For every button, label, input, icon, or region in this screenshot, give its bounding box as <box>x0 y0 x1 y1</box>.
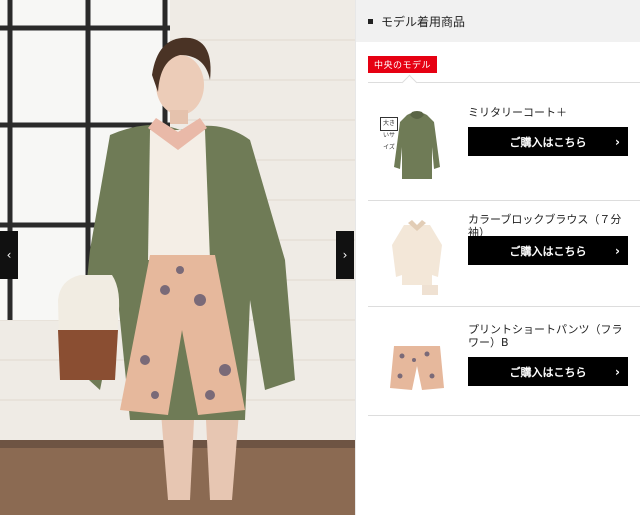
coat-thumbnail[interactable] <box>382 107 452 187</box>
product-item-shorts: プリントショートパンツ（フラワー）B ご購入はこちら › <box>368 310 640 416</box>
product-name[interactable]: プリントショートパンツ（フラワー）B <box>468 323 628 349</box>
blouse-thumbnail[interactable] <box>382 215 452 295</box>
product-item-coat: 大きいサイズ ミリタリーコート＋ ご購入はこちら › <box>368 95 640 201</box>
prev-arrow-button[interactable]: ‹ <box>0 231 18 279</box>
square-bullet-icon <box>368 18 373 24</box>
buy-button-label: ご購入はこちら <box>509 365 587 379</box>
panel-header: モデル着用商品 <box>356 0 640 42</box>
chevron-right-icon: › <box>342 248 348 262</box>
next-arrow-button[interactable]: › <box>336 231 354 279</box>
buy-button[interactable]: ご購入はこちら › <box>468 127 628 156</box>
buy-button[interactable]: ご購入はこちら › <box>468 357 628 386</box>
buy-button[interactable]: ご購入はこちら › <box>468 236 628 265</box>
chevron-right-icon: › <box>615 243 620 258</box>
product-name[interactable]: ミリタリーコート＋ <box>468 106 628 119</box>
product-panel: モデル着用商品 中央のモデル 大きいサイズ ミリタリーコート＋ ご購入はこちら … <box>355 0 640 515</box>
model-photo <box>0 0 355 515</box>
chevron-left-icon: ‹ <box>6 248 12 262</box>
buy-button-label: ご購入はこちら <box>509 135 587 149</box>
buy-button-label: ご購入はこちら <box>509 244 587 258</box>
pointer-notch <box>401 74 418 91</box>
panel-title: モデル着用商品 <box>381 14 466 29</box>
product-item-blouse: カラーブロックブラウス（７分袖） ご購入はこちら › <box>368 201 640 307</box>
shorts-thumbnail[interactable] <box>382 326 452 406</box>
chevron-right-icon: › <box>615 134 620 149</box>
chevron-right-icon: › <box>615 364 620 379</box>
model-tag: 中央のモデル <box>368 56 438 73</box>
